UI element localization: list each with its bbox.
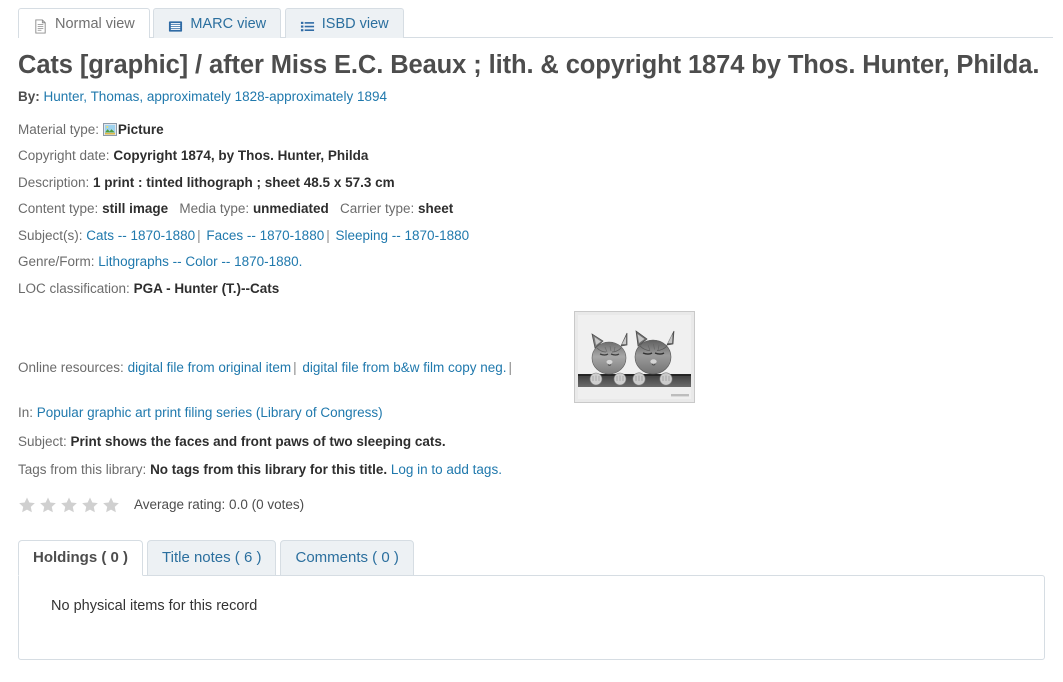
material-type-label: Material type: — [18, 121, 100, 137]
material-type-value: Picture — [117, 121, 164, 137]
copyright-date-value: Copyright 1874, by Thos. Hunter, Philda — [113, 148, 369, 164]
record-details: Cats [graphic] / after Miss E.C. Beaux ;… — [0, 38, 1063, 514]
online-resources-label: Online resources: — [18, 359, 124, 375]
subject-note-label: Subject: — [18, 433, 67, 449]
tab-isbd-view[interactable]: ISBD view — [284, 8, 404, 38]
holdings-panel: No physical items for this record — [18, 574, 1045, 660]
holdings-tab-bar: Holdings ( 0 ) Title notes ( 6 ) Comment… — [18, 539, 1045, 576]
subject-note-value: Print shows the faces and front paws of … — [70, 433, 446, 449]
holdings-section: Holdings ( 0 ) Title notes ( 6 ) Comment… — [18, 539, 1045, 660]
media-type-label: Media type: — [179, 201, 250, 217]
star-rating-widget[interactable] — [18, 496, 120, 514]
cover-thumbnail[interactable] — [574, 310, 695, 403]
tags-value: No tags from this library for this title… — [150, 462, 388, 478]
description-value: 1 print : tinted lithograph ; sheet 48.5… — [93, 174, 395, 190]
loc-classification-value: PGA - Hunter (T.)--Cats — [133, 280, 280, 296]
view-tab-bar: Normal view MARC view ISBD view — [0, 0, 1063, 39]
subject-separator-0: | — [197, 227, 201, 243]
description-row: Description: 1 print : tinted lithograph… — [18, 173, 1045, 193]
subject-link-0[interactable]: Cats -- 1870-1880 — [86, 228, 195, 243]
material-type-row: Material type: Picture — [18, 120, 1045, 140]
log-in-to-add-tags-link[interactable]: Log in to add tags. — [391, 462, 502, 477]
layout-spacer — [18, 306, 1045, 358]
picture-icon — [102, 122, 117, 136]
tab-isbd-view-label: ISBD view — [321, 15, 389, 32]
list-icon — [300, 16, 315, 32]
resource-separator-0: | — [293, 359, 297, 375]
resource-separator-1: | — [508, 359, 513, 375]
in-series-link[interactable]: Popular graphic art print filing series … — [37, 405, 383, 420]
average-rating-text: Average rating: 0.0 (0 votes) — [134, 497, 305, 513]
tab-holdings-label: Holdings ( 0 ) — [33, 548, 128, 566]
tab-normal-view-label: Normal view — [55, 15, 135, 32]
tab-normal-view[interactable]: Normal view — [18, 8, 150, 39]
description-label: Description: — [18, 174, 90, 190]
loc-classification-row: LOC classification: PGA - Hunter (T.)--C… — [18, 279, 1045, 299]
star-4-icon[interactable] — [81, 496, 99, 514]
rating-row: Average rating: 0.0 (0 votes) — [18, 496, 1045, 514]
online-resource-link-1[interactable]: digital file from b&w film copy neg. — [302, 360, 506, 375]
star-3-icon[interactable] — [60, 496, 78, 514]
tab-title-notes-label: Title notes ( 6 ) — [162, 548, 262, 566]
star-2-icon[interactable] — [39, 496, 57, 514]
tab-marc-view[interactable]: MARC view — [153, 8, 282, 38]
genre-link[interactable]: Lithographs -- Color -- 1870-1880. — [98, 254, 302, 269]
subject-note-row: Subject: Print shows the faces and front… — [18, 432, 1045, 452]
copyright-date-row: Copyright date: Copyright 1874, by Thos.… — [18, 146, 1045, 166]
star-5-icon[interactable] — [102, 496, 120, 514]
tab-holdings[interactable]: Holdings ( 0 ) — [18, 539, 143, 576]
author-link[interactable]: Hunter, Thomas, approximately 1828-appro… — [44, 89, 387, 104]
author-label: By: — [18, 88, 40, 104]
subject-link-1[interactable]: Faces -- 1870-1880 — [206, 228, 324, 243]
tags-label: Tags from this library: — [18, 462, 147, 478]
holdings-empty-message: No physical items for this record — [51, 597, 258, 614]
loc-classification-label: LOC classification: — [18, 280, 130, 296]
carrier-type-value: sheet — [418, 201, 454, 217]
online-resources-row: Online resources: digital file from orig… — [18, 310, 1045, 403]
in-series-label: In: — [18, 405, 34, 421]
subject-separator-1: | — [326, 227, 330, 243]
content-type-label: Content type: — [18, 201, 99, 217]
subjects-label: Subject(s): — [18, 227, 83, 243]
page-title: Cats [graphic] / after Miss E.C. Beaux ;… — [18, 51, 1040, 79]
genre-label: Genre/Form: — [18, 254, 95, 270]
content-type-value: still image — [102, 201, 169, 217]
carrier-type-label: Carrier type: — [339, 201, 415, 217]
subjects-row: Subject(s): Cats -- 1870-1880 | Faces -- … — [18, 226, 1045, 246]
tags-row: Tags from this library: No tags from thi… — [18, 460, 1045, 480]
tab-marc-view-label: MARC view — [190, 15, 267, 32]
table-list-icon — [168, 16, 183, 32]
type-row: Content type: still image Media type: un… — [18, 199, 1045, 219]
tab-title-notes[interactable]: Title notes ( 6 ) — [147, 539, 277, 576]
author-line: By: Hunter, Thomas, approximately 1828-a… — [18, 89, 1045, 104]
tab-comments-label: Comments ( 0 ) — [295, 548, 399, 566]
subject-link-2[interactable]: Sleeping -- 1870-1880 — [336, 228, 470, 243]
star-1-icon[interactable] — [18, 496, 36, 514]
copyright-date-label: Copyright date: — [18, 148, 110, 164]
tab-comments[interactable]: Comments ( 0 ) — [280, 539, 414, 576]
layout-spacer-2 — [18, 381, 1045, 403]
genre-row: Genre/Form: Lithographs -- Color -- 1870… — [18, 252, 1045, 272]
online-resource-link-0[interactable]: digital file from original item — [128, 360, 292, 375]
in-series-row: In: Popular graphic art print filing ser… — [18, 403, 1045, 423]
document-icon — [33, 16, 48, 34]
media-type-value: unmediated — [252, 201, 329, 217]
